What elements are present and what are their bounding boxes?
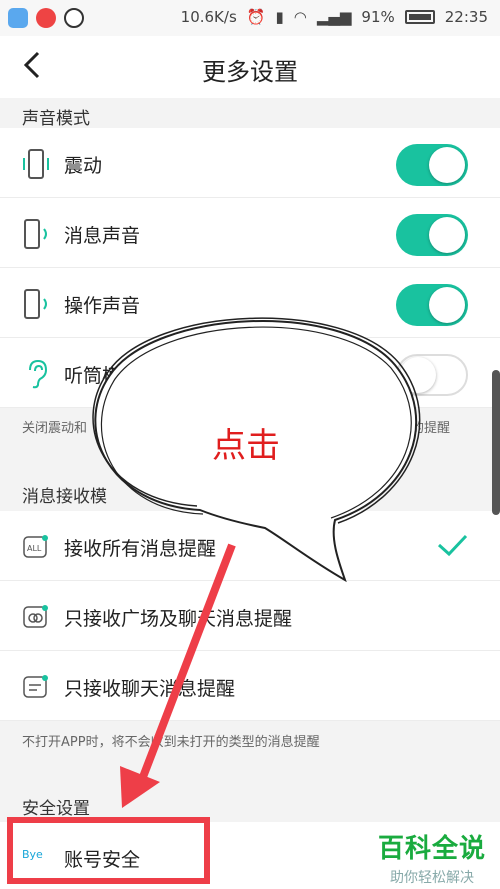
wifi-icon: ◠ — [293, 8, 307, 26]
watermark-name: 百科全说 — [377, 834, 486, 864]
all-messages-icon: ALL — [23, 535, 48, 558]
qq-app-icon — [64, 8, 84, 28]
section-title-message: 消息接收模 — [22, 487, 107, 507]
row-label: 操作声音 — [64, 295, 141, 317]
netease-app-icon — [36, 8, 56, 28]
svg-text:ALL: ALL — [27, 544, 42, 553]
message-sound-toggle[interactable] — [396, 214, 468, 256]
row-vibrate[interactable]: 震动 — [0, 128, 500, 198]
annotation-text: 点击 — [212, 426, 280, 466]
alarm-icon: ⏰ — [246, 8, 266, 26]
scrollbar[interactable] — [492, 370, 500, 515]
ear-icon — [29, 359, 48, 389]
vibrate-phone-icon — [23, 149, 49, 179]
annotation-highlight-box — [7, 817, 210, 884]
earpiece-mode-toggle[interactable] — [396, 354, 468, 396]
checkmark-icon — [437, 534, 468, 557]
square-chat-icon — [23, 605, 48, 628]
status-bar: 10.6K/s ⏰ ▮ ◠ ▂▄▆ 91% 22:35 — [0, 0, 500, 36]
operation-sound-toggle[interactable] — [396, 284, 468, 326]
title-bar: 更多设置 — [0, 36, 500, 98]
row-operation-sound[interactable]: 操作声音 — [0, 268, 500, 338]
shield-app-icon — [8, 8, 28, 28]
sound-hint-left: 关闭震动和 — [22, 421, 88, 436]
row-earpiece-mode[interactable]: 听筒模 — [0, 338, 500, 408]
message-hint: 不打开APP时，将不会收到未打开的类型的消息提醒 — [22, 735, 320, 750]
row-label: 听筒模 — [64, 365, 122, 387]
cellular-icon: ▂▄▆ — [316, 8, 352, 26]
row-receive-all[interactable]: ALL 接收所有消息提醒 — [0, 511, 500, 581]
phone-sound-icon — [24, 219, 47, 249]
watermark-tagline: 助你轻松解决 — [389, 870, 474, 886]
signal-icon: ▮ — [275, 8, 284, 26]
battery-icon — [404, 10, 435, 24]
vibrate-toggle[interactable] — [396, 144, 468, 186]
row-receive-square-chat[interactable]: 只接收广场及聊天消息提醒 — [0, 581, 500, 651]
row-label: 只接收聊天消息提醒 — [64, 678, 236, 700]
watermark: 百科全说 助你轻松解决 — [378, 828, 486, 887]
page-title: 更多设置 — [202, 58, 298, 86]
row-label: 消息声音 — [64, 225, 141, 247]
row-label: 只接收广场及聊天消息提醒 — [64, 608, 293, 630]
battery-percent: 91% — [361, 8, 395, 26]
phone-sound-icon — [24, 289, 47, 319]
section-title-security: 安全设置 — [22, 799, 90, 819]
sound-hint-right: 的提醒 — [411, 421, 451, 436]
chat-only-icon — [23, 675, 48, 698]
network-speed: 10.6K/s — [180, 8, 237, 26]
row-receive-chat[interactable]: 只接收聊天消息提醒 — [0, 651, 500, 721]
section-title-sound: 声音模式 — [22, 109, 90, 129]
row-label: 接收所有消息提醒 — [64, 538, 217, 560]
row-message-sound[interactable]: 消息声音 — [0, 198, 500, 268]
clock: 22:35 — [444, 8, 488, 26]
row-label: 震动 — [64, 155, 103, 177]
